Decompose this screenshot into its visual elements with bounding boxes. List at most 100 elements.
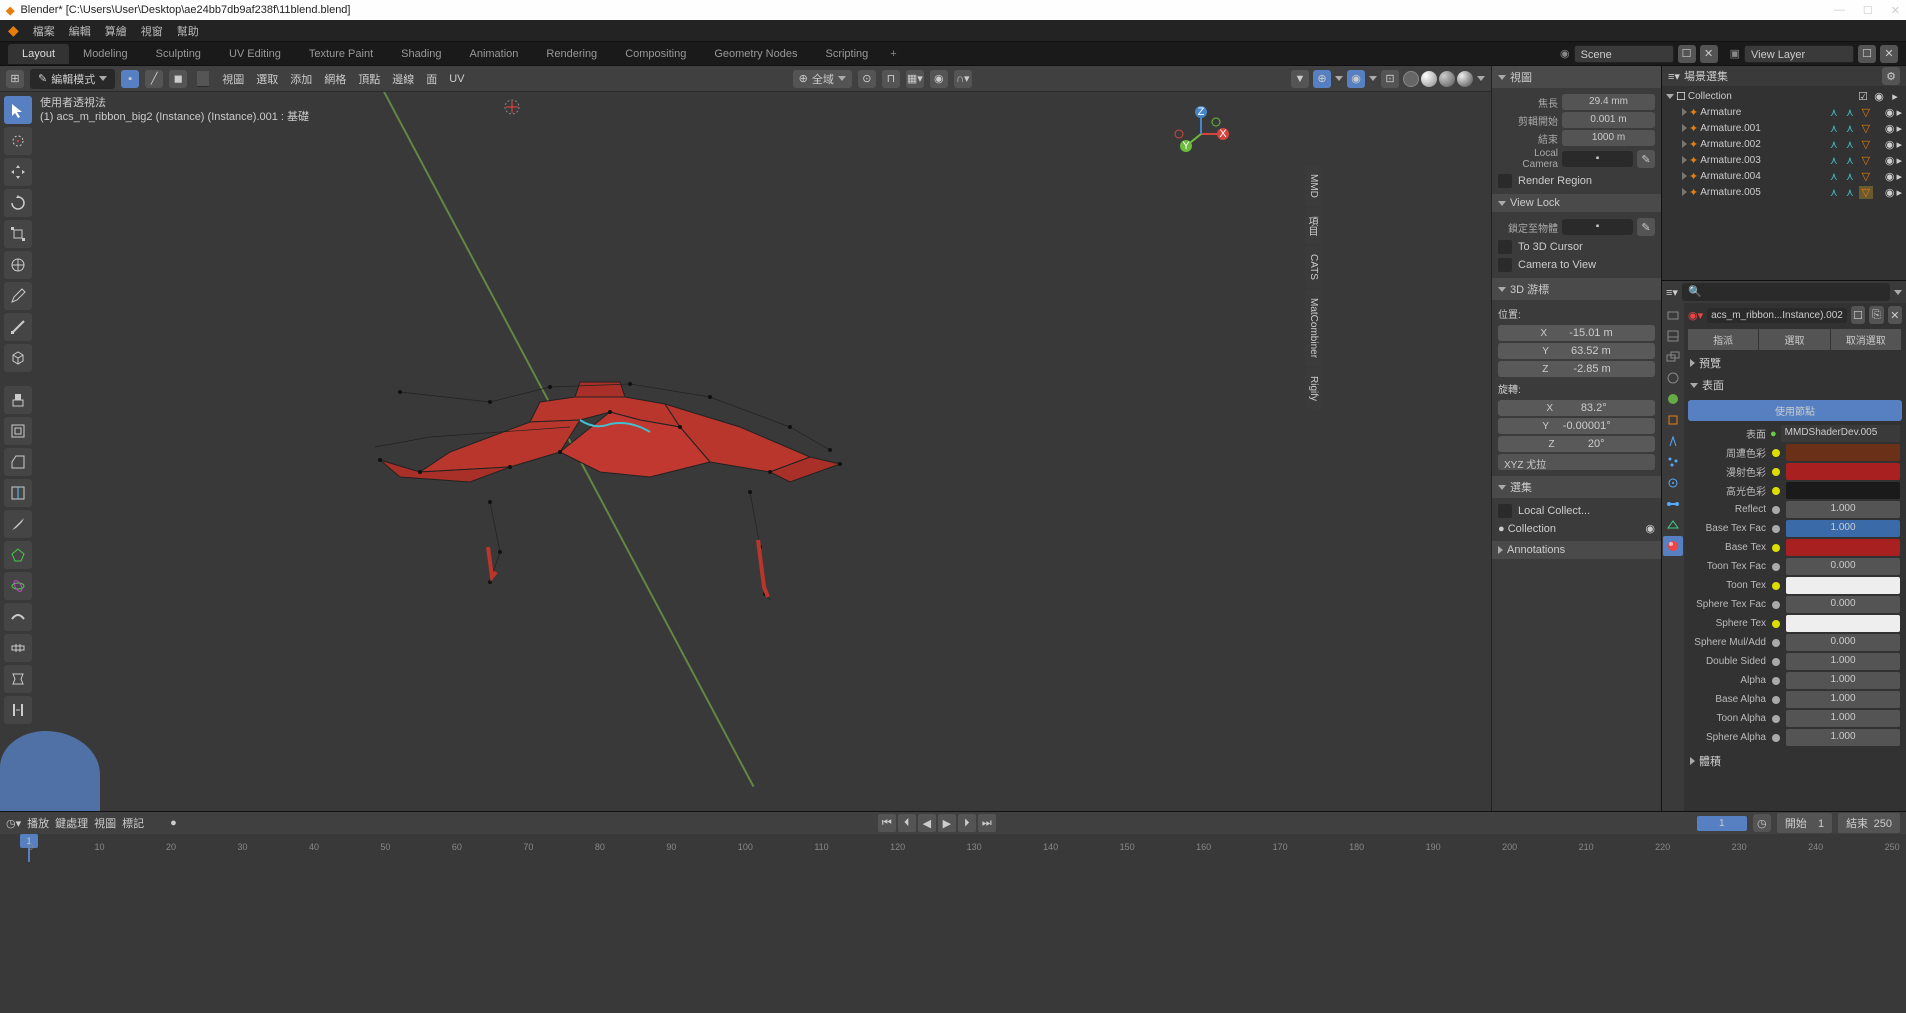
material-new-button[interactable]: ☐ [1851,306,1865,324]
vp-menu-face[interactable]: 面 [423,71,440,87]
maximize-button[interactable]: ☐ [1863,4,1873,17]
eye-icon[interactable]: ◉ [1885,186,1895,199]
use-nodes-button[interactable]: 使用節點 [1688,400,1902,421]
vp-menu-vertex[interactable]: 頂點 [355,71,383,87]
menu-help[interactable]: 幫助 [177,23,199,39]
proportional-button[interactable]: ◉ [930,70,948,88]
proptab-output[interactable] [1663,326,1683,346]
socket-icon[interactable] [1772,506,1780,514]
blender-icon[interactable]: ◆ [8,22,19,39]
snap-button[interactable]: ⊓ [882,70,900,88]
param-value-field[interactable] [1786,444,1900,461]
viewlayer-new-button[interactable]: ☐ [1858,45,1876,63]
disable-icon[interactable]: ▸ [1896,186,1902,199]
tab-layout[interactable]: Layout [8,44,69,64]
menu-edit[interactable]: 編輯 [69,23,91,39]
autokey-button[interactable]: ● [170,817,177,829]
socket-icon[interactable] [1772,620,1780,628]
cursor-tool[interactable] [4,127,32,155]
mode-selector[interactable]: ✎ 編輯模式 [30,69,115,89]
rotate-tool[interactable] [4,189,32,217]
menu-render[interactable]: 算繪 [105,23,127,39]
pose-icon-2[interactable]: ⋏ [1843,154,1857,167]
tab-shading[interactable]: Shading [387,44,455,64]
cam-to-view-checkbox[interactable] [1498,258,1512,272]
navigation-gizmo[interactable]: X Y Z [1171,104,1231,164]
vp-menu-select[interactable]: 選取 [253,71,281,87]
end-frame-field[interactable]: 結束 250 [1838,813,1900,833]
close-button[interactable]: ✕ [1891,4,1900,17]
clipstart-field[interactable]: 0.001 m [1562,112,1655,128]
assign-button[interactable]: 指派 [1688,329,1759,350]
socket-icon[interactable] [1772,715,1780,723]
param-value-field[interactable]: 1.000 [1786,710,1900,727]
eyedropper-icon[interactable]: ✎ [1637,150,1655,168]
proptab-mesh[interactable] [1663,515,1683,535]
proptab-viewlayer[interactable] [1663,347,1683,367]
restrict-icon[interactable]: ▽ [1859,106,1873,119]
pose-icon[interactable]: ⋏ [1827,186,1841,199]
inset-tool[interactable] [4,417,32,445]
expand-icon[interactable] [1682,108,1687,116]
scale-tool[interactable] [4,220,32,248]
vertex-select-button[interactable]: ▪ [121,70,139,88]
select-button[interactable]: 選取 [1759,329,1830,350]
pivot-button[interactable]: ⊙ [858,70,876,88]
eye-icon[interactable]: ◉ [1872,90,1886,103]
select-tool[interactable] [4,96,32,124]
xray-toggle[interactable]: ⊡ [1381,70,1399,88]
pose-icon-2[interactable]: ⋏ [1843,170,1857,183]
tab-rendering[interactable]: Rendering [532,44,611,64]
proptab-modifiers[interactable] [1663,431,1683,451]
param-value-field[interactable]: 1.000 [1786,501,1900,518]
edge-select-button[interactable]: ╱ [145,70,163,88]
timeline-track[interactable]: 1 01020304050607080901001101201301401501… [0,834,1906,862]
bevel-tool[interactable] [4,448,32,476]
tl-menu-keying[interactable]: 鍵處理 [55,815,88,831]
loopcut-tool[interactable] [4,479,32,507]
socket-icon[interactable] [1772,449,1780,457]
param-value-field[interactable]: 0.000 [1786,596,1900,613]
preview-range-button[interactable]: ◷ [1753,814,1771,832]
proportional-type-button[interactable]: ∩▾ [954,70,972,88]
eyedropper-icon[interactable]: ✎ [1637,218,1655,236]
pose-icon-2[interactable]: ⋏ [1843,106,1857,119]
scene-new-button[interactable]: ☐ [1678,45,1696,63]
tab-modeling[interactable]: Modeling [69,44,142,64]
param-value-field[interactable] [1786,482,1900,499]
npanel-view-header[interactable]: 視圖 [1492,66,1661,88]
expand-icon[interactable] [1666,94,1674,99]
pose-icon-2[interactable]: ⋏ [1843,186,1857,199]
expand-icon[interactable] [1682,140,1687,148]
annotate-tool[interactable] [4,282,32,310]
addcube-tool[interactable] [4,344,32,372]
socket-icon[interactable] [1772,601,1780,609]
overlay-toggle[interactable]: ◉ [1347,70,1365,88]
param-value-field[interactable]: 1.000 [1786,729,1900,746]
proptab-physics[interactable] [1663,473,1683,493]
volume-header[interactable]: 體積 [1684,750,1906,772]
gizmo-toggle[interactable]: ⊕ [1313,70,1331,88]
vp-menu-edge[interactable]: 邊線 [389,71,417,87]
socket-icon[interactable] [1772,696,1780,704]
tree-armature-row[interactable]: ✦ Armature.003 ⋏ ⋏ ▽ ◉ ▸ [1664,152,1904,168]
npanel-annotations-header[interactable]: Annotations [1492,541,1661,559]
disable-icon[interactable]: ▸ [1896,106,1902,119]
menu-file[interactable]: 檔案 [33,23,55,39]
param-value-field[interactable]: 1.000 [1786,672,1900,689]
props-type-icon[interactable]: ≡▾ [1666,286,1678,299]
socket-icon[interactable] [1772,658,1780,666]
socket-icon[interactable] [1772,487,1780,495]
eye-icon[interactable]: ◉ [1885,138,1895,151]
proptab-world[interactable] [1663,389,1683,409]
restrict-icon[interactable]: ▽ [1859,186,1873,199]
measure-tool[interactable] [4,313,32,341]
disable-icon[interactable]: ▸ [1896,122,1902,135]
socket-icon[interactable] [1772,677,1780,685]
npanel-cursor-header[interactable]: 3D 游標 [1492,278,1661,300]
socket-icon[interactable] [1772,582,1780,590]
editor-type-icon[interactable]: ◷▾ [6,817,21,830]
pose-icon-2[interactable]: ⋏ [1843,138,1857,151]
viewlayer-unlink-button[interactable]: ✕ [1880,45,1898,63]
tab-animation[interactable]: Animation [456,44,533,64]
